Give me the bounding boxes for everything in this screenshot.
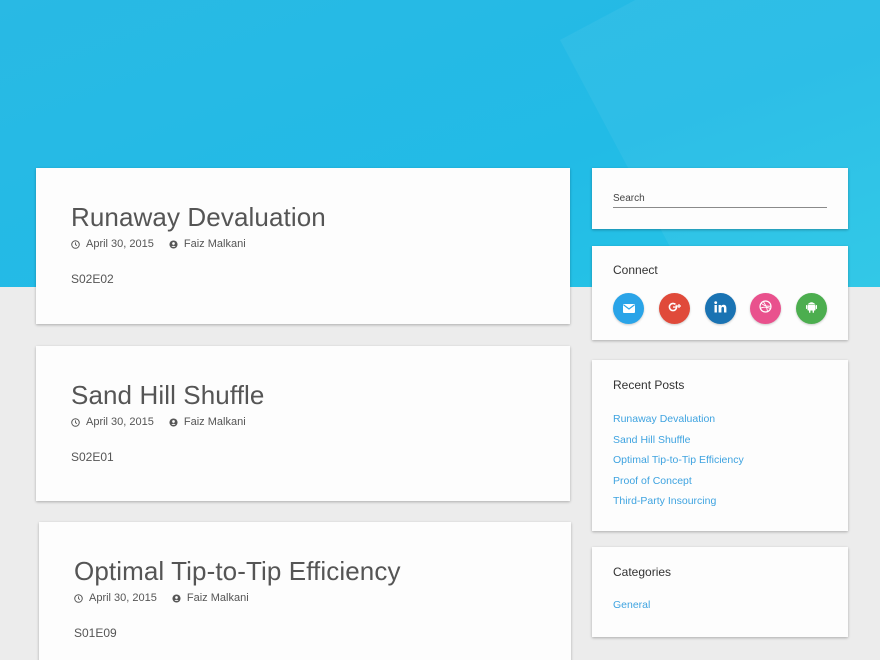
post-card: Sand Hill Shuffle April 30, 2015 Faiz Ma… — [36, 346, 570, 501]
linkedin-icon — [714, 300, 727, 318]
email-button[interactable] — [613, 293, 644, 324]
dribbble-button[interactable] — [750, 293, 781, 324]
post-author[interactable]: Faiz Malkani — [184, 238, 246, 250]
post-date: April 30, 2015 — [86, 416, 154, 428]
recent-post-link[interactable]: Sand Hill Shuffle — [613, 434, 690, 446]
post-meta: April 30, 2015 Faiz Malkani — [71, 416, 246, 428]
post-date: April 30, 2015 — [89, 592, 157, 604]
clock-icon — [74, 593, 83, 603]
post-card: Optimal Tip-to-Tip Efficiency April 30, … — [39, 522, 571, 660]
recent-posts-widget: Recent Posts Runaway Devaluation Sand Hi… — [592, 360, 848, 531]
connect-widget: Connect — [592, 246, 848, 340]
post-title[interactable]: Runaway Devaluation — [71, 202, 326, 233]
dribbble-icon — [759, 299, 772, 318]
user-icon — [169, 417, 178, 427]
post-excerpt: S02E01 — [71, 450, 114, 464]
widget-title: Recent Posts — [613, 378, 685, 392]
android-button[interactable] — [796, 293, 827, 324]
google-plus-icon — [668, 300, 682, 318]
categories-widget: Categories General — [592, 547, 848, 637]
search-input[interactable] — [613, 192, 827, 208]
post-title[interactable]: Sand Hill Shuffle — [71, 380, 264, 411]
user-icon — [169, 239, 178, 249]
google-plus-button[interactable] — [659, 293, 690, 324]
clock-icon — [71, 417, 80, 427]
recent-post-link[interactable]: Third-Party Insourcing — [613, 495, 716, 507]
post-excerpt: S01E09 — [74, 626, 117, 640]
post-title[interactable]: Optimal Tip-to-Tip Efficiency — [74, 556, 401, 587]
post-excerpt: S02E02 — [71, 272, 114, 286]
recent-post-link[interactable]: Optimal Tip-to-Tip Efficiency — [613, 454, 744, 466]
post-author[interactable]: Faiz Malkani — [187, 592, 249, 604]
email-icon — [622, 300, 635, 318]
android-icon — [806, 300, 817, 318]
search-widget — [592, 168, 848, 229]
user-icon — [172, 593, 181, 603]
widget-title: Categories — [613, 565, 672, 579]
post-card: Runaway Devaluation April 30, 2015 Faiz … — [36, 168, 570, 324]
clock-icon — [71, 239, 80, 249]
post-meta: April 30, 2015 Faiz Malkani — [74, 592, 249, 604]
post-meta: April 30, 2015 Faiz Malkani — [71, 238, 246, 250]
recent-post-link[interactable]: Proof of Concept — [613, 475, 692, 487]
widget-title: Connect — [613, 263, 658, 277]
recent-post-link[interactable]: Runaway Devaluation — [613, 413, 715, 425]
post-author[interactable]: Faiz Malkani — [184, 416, 246, 428]
linkedin-button[interactable] — [705, 293, 736, 324]
post-date: April 30, 2015 — [86, 238, 154, 250]
category-link[interactable]: General — [613, 599, 650, 611]
